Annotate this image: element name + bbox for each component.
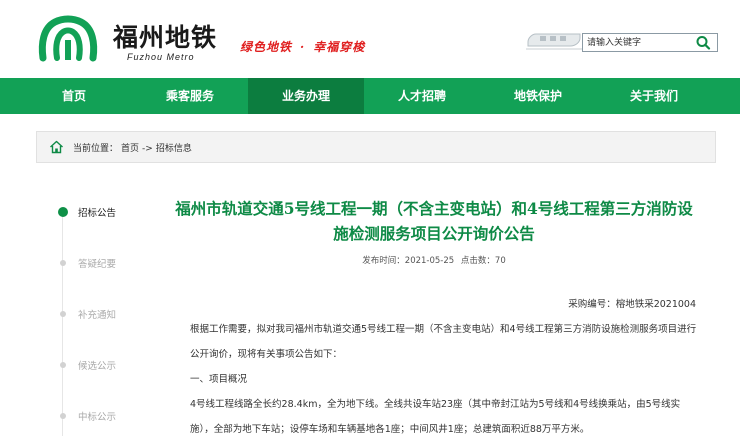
timeline-label: 补充通知 xyxy=(78,310,117,321)
slogan-separator: · xyxy=(300,40,306,54)
breadcrumb-text: 当前位置： 首页 -> 招标信息 xyxy=(73,141,195,154)
intro-paragraph: 根据工作需要，拟对我司福州市轨道交通5号线工程一期（不含主变电站）和4号线工程第… xyxy=(190,324,697,360)
fuzhou-metro-logo-icon[interactable] xyxy=(37,14,99,62)
slogan-right: 幸福穿梭 xyxy=(313,40,366,54)
click-count: 70 xyxy=(494,256,506,266)
brand-slogan: 绿色地铁 · 幸福穿梭 xyxy=(240,38,365,55)
home-icon xyxy=(50,140,63,154)
slogan-left: 绿色地铁 xyxy=(240,40,293,54)
nav-item-passenger-service[interactable]: 乘客服务 xyxy=(132,78,248,114)
breadcrumb: 当前位置： 首页 -> 招标信息 xyxy=(36,131,716,163)
brand-name-cn: 福州地铁 xyxy=(113,23,218,52)
meta-separator xyxy=(456,256,459,266)
breadcrumb-home-link[interactable]: 首页 xyxy=(121,144,139,154)
breadcrumb-separator: -> xyxy=(142,144,153,154)
nav-item-metro-protection[interactable]: 地铁保护 xyxy=(480,78,596,114)
timeline-dot xyxy=(60,362,66,368)
timeline-item-qa-minutes[interactable]: 答疑纪要 xyxy=(55,255,116,271)
timeline-dot xyxy=(60,311,66,317)
search-input[interactable] xyxy=(587,35,687,50)
section-heading: 一、项目概况 xyxy=(190,374,248,385)
nav-item-about-us[interactable]: 关于我们 xyxy=(596,78,712,114)
publish-date: 2021-05-25 xyxy=(404,256,455,266)
timeline-label: 答疑纪要 xyxy=(78,259,117,270)
timeline-item-candidate-publicity[interactable]: 候选公示 xyxy=(55,357,116,373)
timeline-dot xyxy=(60,260,66,266)
timeline-item-tender-notice[interactable]: 招标公告 xyxy=(55,204,116,220)
article-meta: 发布时间：2021-05-25 点击数：70 xyxy=(166,254,702,266)
timeline-label: 候选公示 xyxy=(78,361,117,372)
publish-label: 发布时间： xyxy=(362,256,405,266)
timeline-item-supplementary-notice[interactable]: 补充通知 xyxy=(55,306,116,322)
nav-item-recruitment[interactable]: 人才招聘 xyxy=(364,78,480,114)
breadcrumb-prefix: 当前位置： xyxy=(73,144,119,154)
timeline-line xyxy=(62,212,63,436)
clicks-label: 点击数： xyxy=(460,256,495,266)
nav-item-home[interactable]: 首页 xyxy=(16,78,132,114)
timeline-dot xyxy=(58,207,68,217)
article: 福州市轨道交通5号线工程一期（不含主变电站）和4号线工程第三方消防设施检测服务项… xyxy=(166,196,702,435)
search-box xyxy=(582,33,718,52)
brand-name-en: Fuzhou Metro xyxy=(127,52,195,62)
category-timeline: 招标公告 答疑纪要 补充通知 候选公示 中标公示 xyxy=(55,190,165,436)
breadcrumb-current[interactable]: 招标信息 xyxy=(156,144,192,154)
main-nav: 首页 乘客服务 业务办理 人才招聘 地铁保护 关于我们 xyxy=(0,78,740,114)
timeline-item-award-publicity[interactable]: 中标公示 xyxy=(55,408,116,424)
search-icon[interactable] xyxy=(695,35,711,50)
project-overview-paragraph: 4号线工程线路全长约28.4km，全为地下线。全线共设车站23座（其中帝封江站为… xyxy=(190,399,681,435)
timeline-dot xyxy=(60,413,66,419)
article-body: 根据工作需要，拟对我司福州市轨道交通5号线工程一期（不含主变电站）和4号线工程第… xyxy=(166,317,702,436)
site-header: 福州地铁 Fuzhou Metro 绿色地铁 · 幸福穿梭 xyxy=(0,0,740,78)
nav-item-business[interactable]: 业务办理 xyxy=(248,78,364,114)
train-icon xyxy=(526,33,582,50)
timeline-label: 招标公告 xyxy=(78,208,117,219)
article-title: 福州市轨道交通5号线工程一期（不含主变电站）和4号线工程第三方消防设施检测服务项… xyxy=(175,199,693,243)
procurement-number: 采购编号：榕地铁采2021004 xyxy=(568,299,696,310)
timeline-label: 中标公示 xyxy=(78,412,117,423)
